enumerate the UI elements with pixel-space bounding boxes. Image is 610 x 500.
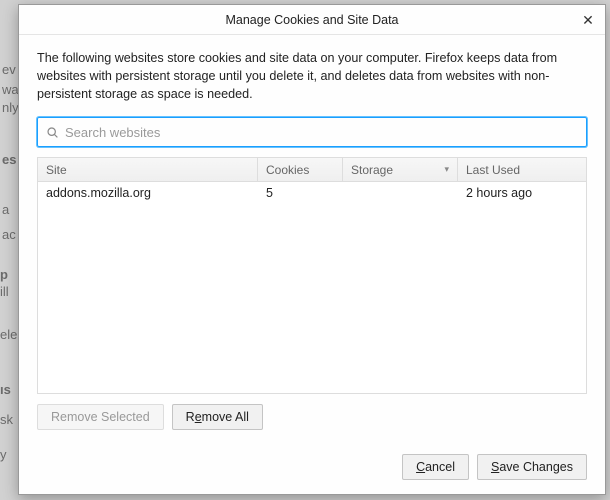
- cancel-button[interactable]: Cancel: [402, 454, 469, 480]
- remove-selected-button[interactable]: Remove Selected: [37, 404, 164, 430]
- dialog-titlebar: Manage Cookies and Site Data ✕: [19, 5, 605, 35]
- dialog-footer: Cancel Save Changes: [19, 442, 605, 494]
- sites-table: Site Cookies Storage ▾ Last Used addons.…: [37, 157, 587, 394]
- table-body: addons.mozilla.org 5 2 hours ago: [38, 182, 586, 393]
- dialog-body: The following websites store cookies and…: [19, 35, 605, 442]
- close-button[interactable]: ✕: [577, 9, 599, 31]
- column-header-site[interactable]: Site: [38, 158, 258, 181]
- save-changes-button[interactable]: Save Changes: [477, 454, 587, 480]
- dialog-description: The following websites store cookies and…: [37, 49, 587, 103]
- dialog-title: Manage Cookies and Site Data: [225, 13, 398, 27]
- table-header-row: Site Cookies Storage ▾ Last Used: [38, 158, 586, 182]
- search-icon: [46, 126, 59, 139]
- column-label: Site: [46, 163, 67, 177]
- table-row[interactable]: addons.mozilla.org 5 2 hours ago: [38, 182, 586, 204]
- cell-site: addons.mozilla.org: [38, 186, 258, 200]
- search-field-wrapper[interactable]: [37, 117, 587, 147]
- column-label: Cookies: [266, 163, 309, 177]
- cell-lastused: 2 hours ago: [458, 186, 586, 200]
- column-header-storage[interactable]: Storage ▾: [343, 158, 458, 181]
- column-label: Last Used: [466, 163, 520, 177]
- row-actions: Remove Selected Remove All: [37, 404, 587, 430]
- close-icon: ✕: [582, 12, 594, 29]
- column-header-lastused[interactable]: Last Used: [458, 158, 586, 181]
- sort-indicator-icon: ▾: [444, 164, 449, 175]
- manage-cookies-dialog: Manage Cookies and Site Data ✕ The follo…: [18, 4, 606, 495]
- column-header-cookies[interactable]: Cookies: [258, 158, 343, 181]
- search-input[interactable]: [65, 125, 578, 140]
- column-label: Storage: [351, 163, 393, 177]
- cell-cookies: 5: [258, 186, 343, 200]
- remove-all-button[interactable]: Remove All: [172, 404, 263, 430]
